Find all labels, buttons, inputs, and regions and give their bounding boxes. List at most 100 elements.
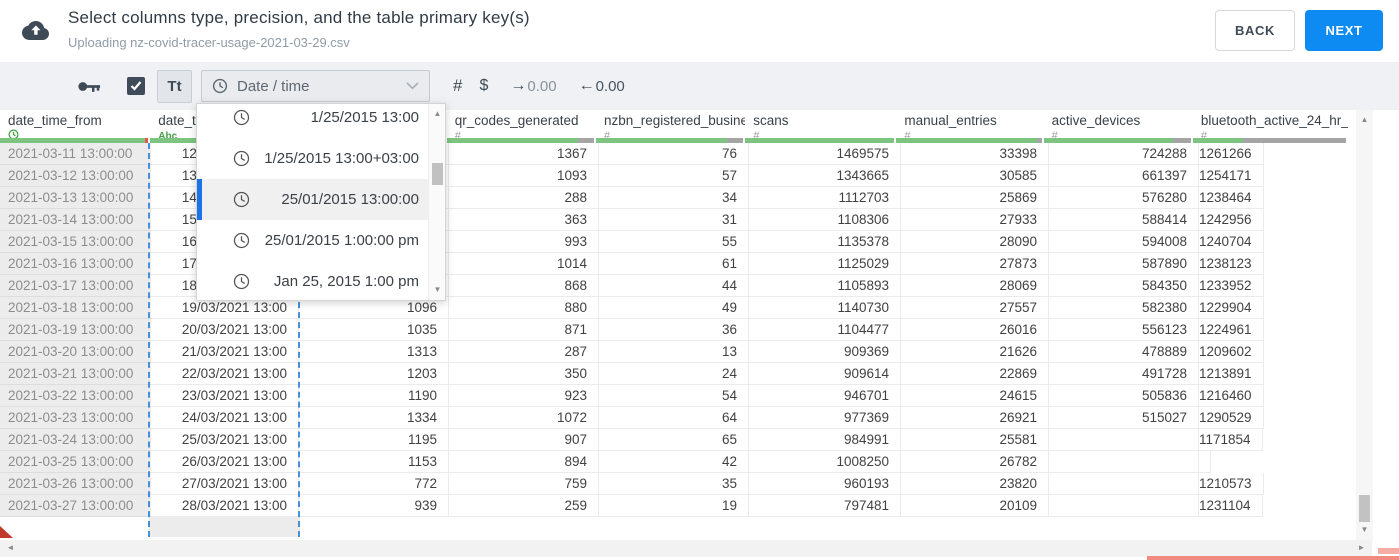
- table-cell[interactable]: 2021-03-23 13:00:00: [0, 407, 151, 429]
- table-cell[interactable]: 1240704: [1199, 231, 1264, 253]
- back-button[interactable]: BACK: [1215, 10, 1295, 51]
- table-cell[interactable]: 1224961: [1199, 319, 1264, 341]
- table-cell[interactable]: 871: [449, 319, 599, 341]
- table-cell[interactable]: 34: [599, 187, 749, 209]
- column-header[interactable]: date_time_from: [0, 110, 150, 143]
- table-cell[interactable]: 2021-03-21 13:00:00: [0, 363, 151, 385]
- table-cell[interactable]: 759: [449, 473, 599, 495]
- table-cell[interactable]: 1469575: [749, 143, 901, 165]
- table-cell[interactable]: 1334: [299, 407, 449, 429]
- table-cell[interactable]: 27933: [901, 209, 1049, 231]
- decrease-decimals-button[interactable]: ← 0.00: [579, 77, 625, 95]
- column-header[interactable]: qr_codes_generated #: [446, 110, 596, 143]
- table-cell[interactable]: 22869: [901, 363, 1049, 385]
- dropdown-scroll-thumb[interactable]: [432, 163, 443, 185]
- table-cell[interactable]: 2021-03-19 13:00:00: [0, 319, 151, 341]
- table-cell[interactable]: 24: [599, 363, 749, 385]
- table-cell[interactable]: 960193: [749, 473, 901, 495]
- table-cell[interactable]: 1238464: [1199, 187, 1264, 209]
- table-cell[interactable]: 20109: [901, 495, 1049, 517]
- dropdown-option[interactable]: 25/01/2015 13:00:00: [197, 179, 428, 220]
- column-header[interactable]: active_devices #: [1043, 110, 1193, 143]
- table-cell[interactable]: 44: [599, 275, 749, 297]
- table-cell[interactable]: 35: [599, 473, 749, 495]
- table-cell[interactable]: 797481: [749, 495, 901, 517]
- table-cell[interactable]: 1313: [299, 341, 449, 363]
- table-cell[interactable]: 363: [449, 209, 599, 231]
- table-cell[interactable]: 36: [599, 319, 749, 341]
- table-cell[interactable]: 1213891: [1199, 363, 1264, 385]
- scroll-up-arrow-icon[interactable]: ▲: [1356, 112, 1373, 128]
- table-cell[interactable]: 28/03/2021 13:00: [151, 495, 299, 517]
- table-cell[interactable]: 772: [299, 473, 449, 495]
- table-cell[interactable]: 31: [599, 209, 749, 231]
- table-cell[interactable]: 478889: [1049, 341, 1199, 363]
- dropdown-scrollbar[interactable]: ▲ ▼: [428, 104, 445, 300]
- table-cell[interactable]: 28069: [901, 275, 1049, 297]
- table-cell[interactable]: [1049, 495, 1199, 517]
- table-cell[interactable]: 984991: [749, 429, 901, 451]
- table-cell[interactable]: 1229904: [1199, 297, 1264, 319]
- table-cell[interactable]: 724288: [1049, 143, 1199, 165]
- table-cell[interactable]: 54: [599, 385, 749, 407]
- table-cell[interactable]: 907: [449, 429, 599, 451]
- table-cell[interactable]: 1290529: [1199, 407, 1264, 429]
- table-cell[interactable]: 1233952: [1199, 275, 1264, 297]
- table-cell[interactable]: 25/03/2021 13:00: [151, 429, 299, 451]
- table-cell[interactable]: 25869: [901, 187, 1049, 209]
- table-cell[interactable]: 1140730: [749, 297, 901, 319]
- table-cell[interactable]: 584350: [1049, 275, 1199, 297]
- datetime-format-select[interactable]: Date / time: [201, 70, 430, 102]
- vertical-scroll-thumb[interactable]: [1359, 495, 1370, 522]
- number-type-button[interactable]: #: [453, 76, 462, 96]
- table-cell[interactable]: 909614: [749, 363, 901, 385]
- table-cell[interactable]: [1199, 451, 1211, 473]
- table-cell[interactable]: 1072: [449, 407, 599, 429]
- table-cell[interactable]: 2021-03-25 13:00:00: [0, 451, 151, 473]
- table-cell[interactable]: 26/03/2021 13:00: [151, 451, 299, 473]
- table-cell[interactable]: [1049, 473, 1199, 495]
- table-cell[interactable]: 1195: [299, 429, 449, 451]
- table-cell[interactable]: 1171854: [1199, 429, 1263, 451]
- table-cell[interactable]: 24615: [901, 385, 1049, 407]
- table-cell[interactable]: 26921: [901, 407, 1049, 429]
- table-cell[interactable]: 2021-03-17 13:00:00: [0, 275, 151, 297]
- table-cell[interactable]: 1035: [299, 319, 449, 341]
- table-cell[interactable]: 1125029: [749, 253, 901, 275]
- table-cell[interactable]: 2021-03-16 13:00:00: [0, 253, 151, 275]
- table-cell[interactable]: 350: [449, 363, 599, 385]
- table-cell[interactable]: 1008250: [749, 451, 901, 473]
- table-cell[interactable]: 2021-03-13 13:00:00: [0, 187, 151, 209]
- table-cell[interactable]: 1254171: [1199, 165, 1264, 187]
- next-button[interactable]: NEXT: [1305, 10, 1383, 51]
- table-cell[interactable]: 259: [449, 495, 599, 517]
- table-cell[interactable]: 587890: [1049, 253, 1199, 275]
- scroll-down-arrow-icon[interactable]: ▼: [429, 282, 446, 298]
- table-cell[interactable]: 2021-03-26 13:00:00: [0, 473, 151, 495]
- table-cell[interactable]: 21626: [901, 341, 1049, 363]
- table-cell[interactable]: 576280: [1049, 187, 1199, 209]
- table-cell[interactable]: 977369: [749, 407, 901, 429]
- table-cell[interactable]: 1112703: [749, 187, 901, 209]
- increase-decimals-button[interactable]: → 0.00: [510, 77, 556, 95]
- table-cell[interactable]: 28090: [901, 231, 1049, 253]
- table-cell[interactable]: 2021-03-14 13:00:00: [0, 209, 151, 231]
- table-cell[interactable]: 1105893: [749, 275, 901, 297]
- scroll-down-arrow-icon[interactable]: ▼: [1356, 522, 1373, 538]
- table-cell[interactable]: 27/03/2021 13:00: [151, 473, 299, 495]
- table-cell[interactable]: 868: [449, 275, 599, 297]
- column-header[interactable]: scans #: [745, 110, 896, 143]
- table-cell[interactable]: 25581: [901, 429, 1049, 451]
- table-cell[interactable]: 49: [599, 297, 749, 319]
- table-cell[interactable]: 2021-03-20 13:00:00: [0, 341, 151, 363]
- table-cell[interactable]: 76: [599, 143, 749, 165]
- table-cell[interactable]: 33398: [901, 143, 1049, 165]
- table-cell[interactable]: 993: [449, 231, 599, 253]
- table-cell[interactable]: 2021-03-22 13:00:00: [0, 385, 151, 407]
- horizontal-scrollbar[interactable]: ◄ ►: [0, 540, 1372, 557]
- table-cell[interactable]: 13: [599, 341, 749, 363]
- table-cell[interactable]: 894: [449, 451, 599, 473]
- table-cell[interactable]: 1190: [299, 385, 449, 407]
- table-cell[interactable]: [1049, 429, 1199, 451]
- table-cell[interactable]: 42: [599, 451, 749, 473]
